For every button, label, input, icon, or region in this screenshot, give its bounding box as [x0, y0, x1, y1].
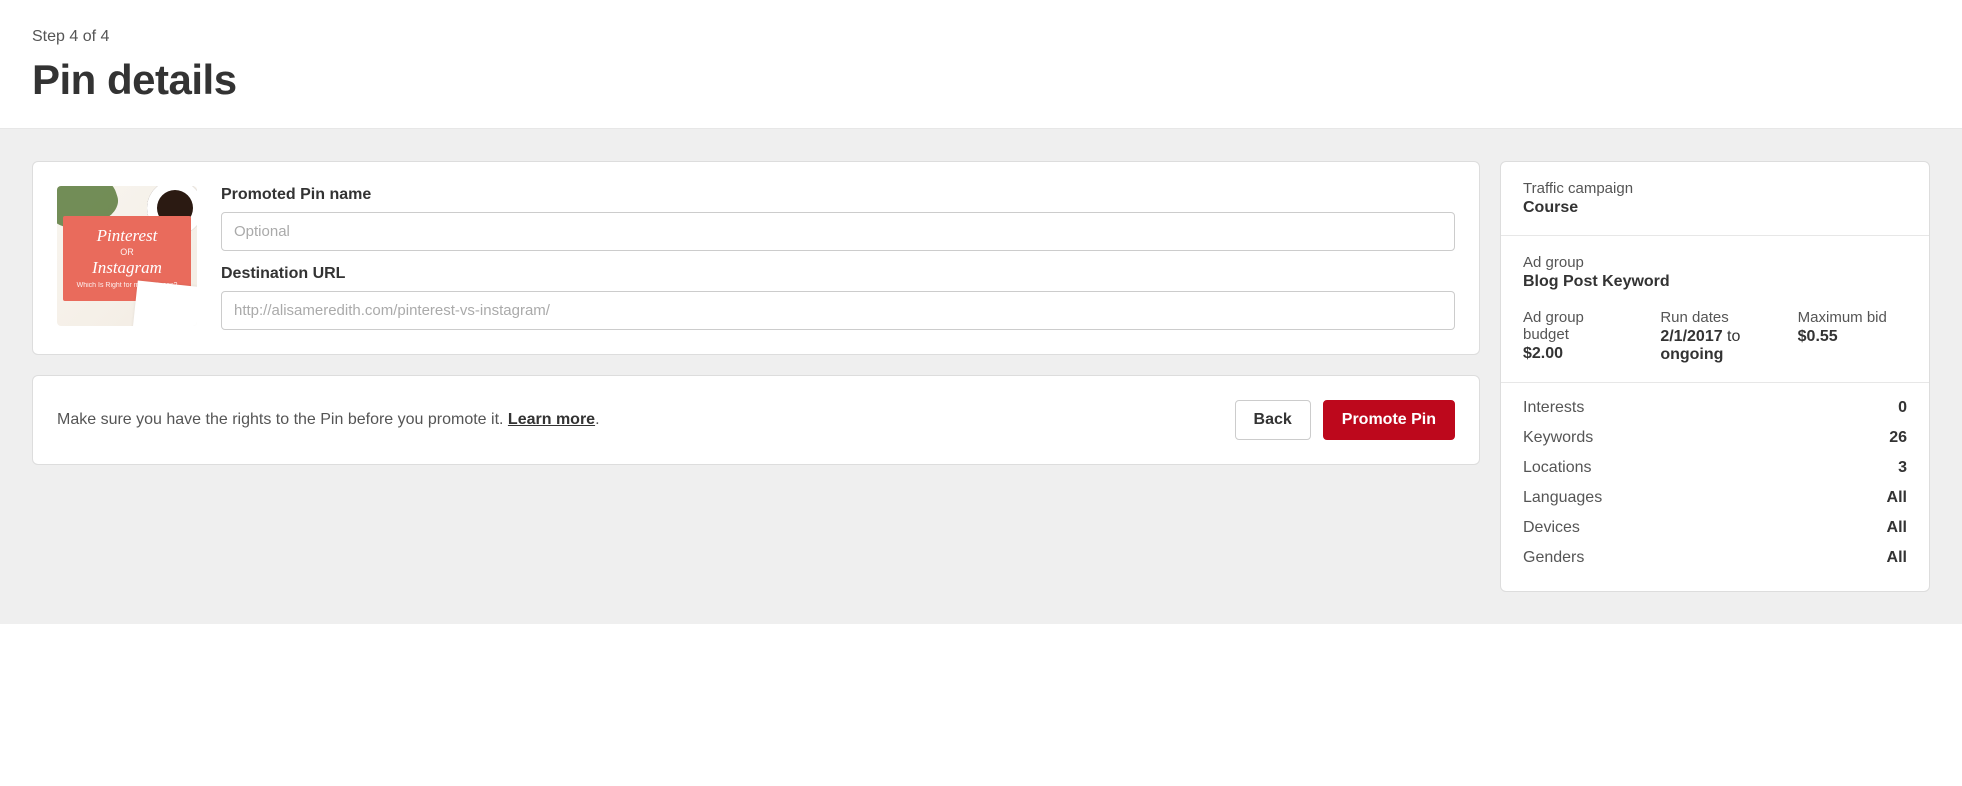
adgroup-section: Ad group Blog Post Keyword Ad group budg… — [1501, 236, 1929, 383]
learn-more-link[interactable]: Learn more — [508, 411, 595, 428]
stat-row-interests: Interests 0 — [1523, 393, 1907, 423]
stat-label: Devices — [1523, 519, 1580, 537]
thumb-text-line2: OR — [67, 247, 187, 257]
adgroup-value: Blog Post Keyword — [1523, 273, 1907, 291]
stat-label: Locations — [1523, 459, 1592, 477]
stat-row-devices: Devices All — [1523, 513, 1907, 543]
step-indicator: Step 4 of 4 — [32, 28, 1930, 46]
run-dates-block: Run dates 2/1/2017 to ongoing — [1660, 309, 1769, 364]
campaign-section: Traffic campaign Course — [1501, 162, 1929, 236]
targeting-stats: Interests 0 Keywords 26 Locations 3 Lang… — [1501, 383, 1929, 591]
campaign-label: Traffic campaign — [1523, 180, 1907, 197]
run-dates-value: 2/1/2017 to ongoing — [1660, 328, 1769, 364]
adgroup-label: Ad group — [1523, 254, 1907, 271]
stat-row-languages: Languages All — [1523, 483, 1907, 513]
stat-row-locations: Locations 3 — [1523, 453, 1907, 483]
budget-label: Ad group budget — [1523, 309, 1632, 343]
budget-block: Ad group budget $2.00 — [1523, 309, 1632, 364]
destination-url-label: Destination URL — [221, 265, 1455, 283]
stat-label: Interests — [1523, 399, 1584, 417]
page-title: Pin details — [32, 56, 1930, 104]
thumb-decor-paper — [133, 280, 197, 326]
page-header: Step 4 of 4 Pin details — [0, 0, 1962, 129]
action-buttons: Back Promote Pin — [1235, 400, 1455, 440]
stat-label: Keywords — [1523, 429, 1593, 447]
rights-period: . — [595, 411, 599, 428]
stat-label: Genders — [1523, 549, 1584, 567]
content-area: Pinterest OR Instagram Which Is Right fo… — [0, 129, 1962, 624]
stat-value: All — [1887, 519, 1907, 537]
run-to-text: to — [1723, 328, 1741, 345]
stat-label: Languages — [1523, 489, 1602, 507]
max-bid-block: Maximum bid $0.55 — [1798, 309, 1907, 364]
pin-thumbnail[interactable]: Pinterest OR Instagram Which Is Right fo… — [57, 186, 197, 326]
stat-value: 3 — [1898, 459, 1907, 477]
pin-form-card: Pinterest OR Instagram Which Is Right fo… — [32, 161, 1480, 355]
adgroup-details: Ad group budget $2.00 Run dates 2/1/2017… — [1523, 309, 1907, 364]
budget-value: $2.00 — [1523, 345, 1632, 363]
rights-notice: Make sure you have the rights to the Pin… — [57, 411, 600, 429]
rights-text: Make sure you have the rights to the Pin… — [57, 411, 508, 428]
summary-sidebar: Traffic campaign Course Ad group Blog Po… — [1500, 161, 1930, 592]
stat-value: All — [1887, 489, 1907, 507]
pin-name-label: Promoted Pin name — [221, 186, 1455, 204]
destination-url-input[interactable] — [221, 291, 1455, 330]
run-start-date: 2/1/2017 — [1660, 328, 1722, 345]
thumb-text-line3: Instagram — [67, 258, 187, 278]
pin-name-input[interactable] — [221, 212, 1455, 251]
max-bid-value: $0.55 — [1798, 328, 1907, 346]
stat-row-genders: Genders All — [1523, 543, 1907, 573]
stat-row-keywords: Keywords 26 — [1523, 423, 1907, 453]
run-ongoing: ongoing — [1660, 346, 1723, 363]
back-button[interactable]: Back — [1235, 400, 1311, 440]
stat-value: 0 — [1898, 399, 1907, 417]
run-dates-label: Run dates — [1660, 309, 1769, 326]
main-column: Pinterest OR Instagram Which Is Right fo… — [32, 161, 1480, 465]
promote-pin-button[interactable]: Promote Pin — [1323, 400, 1455, 440]
stat-value: 26 — [1889, 429, 1907, 447]
field-destination-url: Destination URL — [221, 265, 1455, 330]
max-bid-label: Maximum bid — [1798, 309, 1907, 326]
form-fields: Promoted Pin name Destination URL — [221, 186, 1455, 330]
field-pin-name: Promoted Pin name — [221, 186, 1455, 251]
campaign-value: Course — [1523, 199, 1907, 217]
thumb-text-line1: Pinterest — [67, 226, 187, 246]
action-card: Make sure you have the rights to the Pin… — [32, 375, 1480, 465]
stat-value: All — [1887, 549, 1907, 567]
